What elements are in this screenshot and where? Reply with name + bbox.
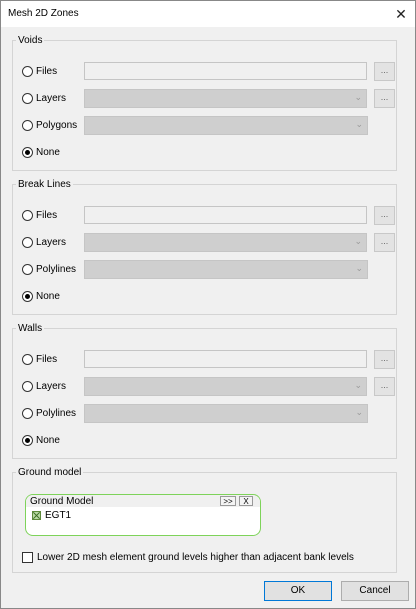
radio-label: Polygons — [36, 120, 78, 131]
walls-layers-combo[interactable]: ⌄ — [84, 377, 367, 396]
checkbox-label: Lower 2D mesh element ground levels high… — [37, 552, 354, 563]
voids-layers-browse-button[interactable]: ... — [374, 89, 395, 108]
voids-polygons-combo[interactable]: ⌄ — [84, 116, 368, 135]
ground-model-group: Ground model Ground Model >> X EGT1 Lowe… — [12, 467, 397, 573]
break-lines-files-field[interactable] — [84, 206, 367, 224]
walls-layers-browse-button[interactable]: ... — [374, 377, 395, 396]
radio-button-selected[interactable] — [22, 435, 33, 446]
radio-button[interactable] — [22, 120, 33, 131]
walls-polylines-combo[interactable]: ⌄ — [84, 404, 368, 423]
walls-radio-polylines[interactable]: Polylines — [22, 408, 76, 419]
break-lines-radio-polylines[interactable]: Polylines — [22, 264, 76, 275]
ground-model-panel-title: Ground Model — [30, 496, 94, 507]
window-title: Mesh 2D Zones — [8, 8, 79, 19]
radio-button[interactable] — [22, 264, 33, 275]
ground-model-panel-header: Ground Model >> X — [26, 495, 260, 507]
radio-label: Layers — [36, 237, 67, 248]
radio-label: Files — [36, 210, 58, 221]
radio-button[interactable] — [22, 354, 33, 365]
break-lines-layers-combo[interactable]: ⌄ — [84, 233, 367, 252]
chevron-down-icon: ⌄ — [355, 263, 363, 273]
chevron-down-icon: ⌄ — [355, 119, 363, 129]
radio-button[interactable] — [22, 93, 33, 104]
walls-group: Walls Files ... Layers ⌄ ... Polylines ⌄… — [12, 323, 397, 459]
voids-files-browse-button[interactable]: ... — [374, 62, 395, 81]
radio-button-selected[interactable] — [22, 291, 33, 302]
ground-model-panel: Ground Model >> X EGT1 — [25, 494, 261, 536]
break-lines-legend: Break Lines — [18, 179, 71, 190]
break-lines-radio-files[interactable]: Files — [22, 210, 57, 221]
chevron-down-icon: ⌄ — [354, 236, 362, 246]
voids-radio-layers[interactable]: Layers — [22, 93, 66, 104]
chevron-down-icon: ⌄ — [355, 407, 363, 417]
radio-label: Layers — [36, 381, 67, 392]
radio-label: Files — [36, 354, 58, 365]
ground-model-item-label: EGT1 — [45, 510, 72, 521]
walls-legend: Walls — [18, 323, 43, 334]
break-lines-files-browse-button[interactable]: ... — [374, 206, 395, 225]
cancel-button[interactable]: Cancel — [341, 581, 409, 601]
radio-label: Polylines — [36, 408, 77, 419]
chevron-down-icon: ⌄ — [354, 380, 362, 390]
walls-files-field[interactable] — [84, 350, 367, 368]
break-lines-radio-none[interactable]: None — [22, 291, 60, 302]
break-lines-polylines-combo[interactable]: ⌄ — [84, 260, 368, 279]
break-lines-radio-layers[interactable]: Layers — [22, 237, 66, 248]
tin-surface-icon — [32, 511, 41, 520]
voids-group: Voids Files ... Layers ⌄ ... Polygons ⌄ … — [12, 35, 397, 171]
radio-label: None — [36, 435, 60, 446]
voids-files-field[interactable] — [84, 62, 367, 80]
mesh-2d-zones-dialog: Mesh 2D Zones ✕ Voids Files ... Layers ⌄… — [0, 0, 416, 609]
lower-ground-levels-checkbox[interactable]: Lower 2D mesh element ground levels high… — [22, 552, 354, 563]
voids-radio-polygons[interactable]: Polygons — [22, 120, 77, 131]
radio-button[interactable] — [22, 210, 33, 221]
close-icon[interactable]: ✕ — [387, 1, 415, 27]
title-bar: Mesh 2D Zones ✕ — [1, 1, 415, 27]
radio-button[interactable] — [22, 237, 33, 248]
checkbox[interactable] — [22, 552, 33, 563]
radio-label: Files — [36, 66, 58, 77]
walls-radio-layers[interactable]: Layers — [22, 381, 66, 392]
walls-radio-none[interactable]: None — [22, 435, 60, 446]
ok-button[interactable]: OK — [264, 581, 332, 601]
voids-layers-combo[interactable]: ⌄ — [84, 89, 367, 108]
voids-radio-none[interactable]: None — [22, 147, 60, 158]
radio-button-selected[interactable] — [22, 147, 33, 158]
radio-button[interactable] — [22, 381, 33, 392]
radio-label: Layers — [36, 93, 67, 104]
walls-files-browse-button[interactable]: ... — [374, 350, 395, 369]
ground-model-legend: Ground model — [18, 467, 82, 478]
break-lines-layers-browse-button[interactable]: ... — [374, 233, 395, 252]
expand-button[interactable]: >> — [220, 496, 236, 506]
break-lines-group: Break Lines Files ... Layers ⌄ ... Polyl… — [12, 179, 397, 315]
radio-label: Polylines — [36, 264, 77, 275]
ground-model-item[interactable]: EGT1 — [32, 510, 71, 521]
radio-label: None — [36, 147, 60, 158]
remove-button[interactable]: X — [239, 496, 253, 506]
radio-button[interactable] — [22, 66, 33, 77]
walls-radio-files[interactable]: Files — [22, 354, 57, 365]
voids-radio-files[interactable]: Files — [22, 66, 57, 77]
radio-label: None — [36, 291, 60, 302]
radio-button[interactable] — [22, 408, 33, 419]
voids-legend: Voids — [18, 35, 43, 46]
chevron-down-icon: ⌄ — [354, 92, 362, 102]
